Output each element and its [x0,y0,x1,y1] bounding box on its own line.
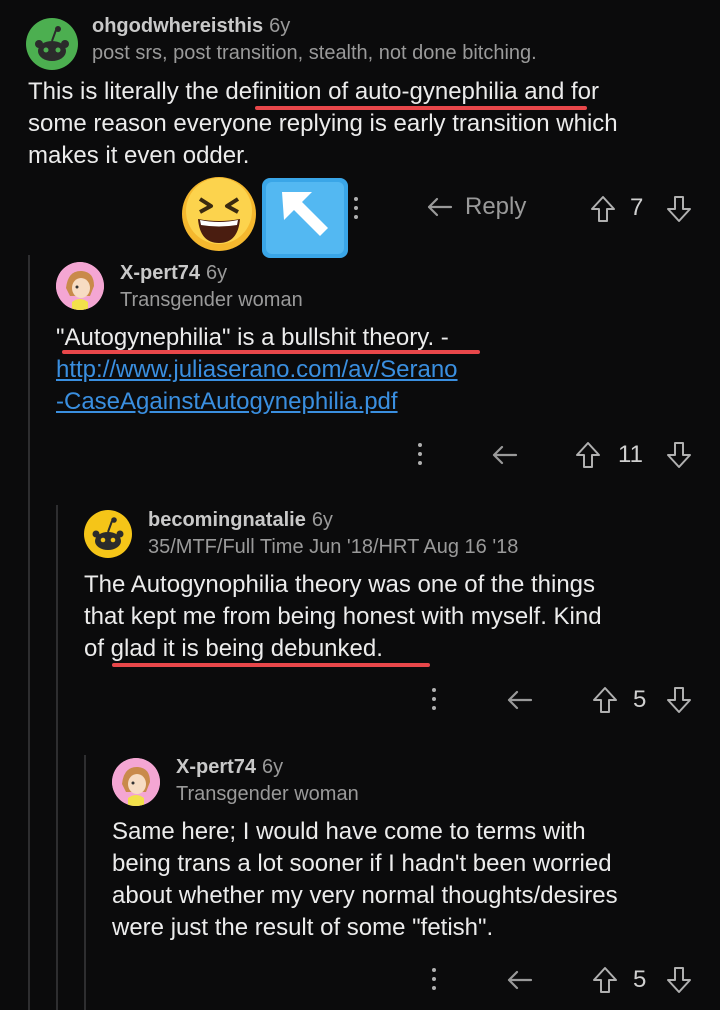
username-text[interactable]: X-pert74 [120,262,200,284]
avatar[interactable] [84,510,132,558]
reply-button[interactable]: Reply [425,193,526,221]
body-line: makes it even odder. [28,142,250,169]
downvote-icon[interactable] [666,686,692,714]
more-options-icon[interactable] [417,443,423,470]
user-flair: Transgender woman [176,783,359,805]
body-line: about whether my very normal thoughts/de… [112,882,618,909]
thread-line-2 [56,505,58,1010]
thread-line-1 [28,255,30,1010]
upvote-icon[interactable] [592,966,618,994]
more-options-icon[interactable] [353,197,359,224]
downvote-icon[interactable] [666,966,692,994]
avatar[interactable] [26,18,78,70]
body-line: This is literally the definition of auto… [28,78,599,105]
up-left-arrow-emoji [262,178,348,258]
more-options-icon[interactable] [431,968,437,995]
reply-arrow-icon[interactable] [490,443,520,467]
avatar[interactable] [56,262,104,310]
avatar[interactable] [112,758,160,806]
comment-age: 6y [269,15,291,37]
red-underline [255,106,587,110]
username-text[interactable]: ohgodwhereisthis [92,15,263,37]
downvote-icon[interactable] [666,195,692,223]
link-line[interactable]: -CaseAgainstAutogynephilia.pdf [56,386,706,418]
comment-body: "Autogynephilia" is a bullshit theory. -… [56,322,706,418]
user-flair: 35/MTF/Full Time Jun '18/HRT Aug 16 '18 [148,536,519,558]
comment-age: 6y [311,509,333,531]
upvote-icon[interactable] [575,441,601,469]
username[interactable]: ohgodwhereisthis 6y [92,15,290,38]
body-line: The Autogynophilia theory was one of the… [84,571,596,598]
reply-arrow-icon [427,197,453,217]
link-line[interactable]: http://www.juliaserano.com/av/Serano [56,354,706,386]
username-text[interactable]: X-pert74 [176,756,256,778]
reply-arrow-icon[interactable] [505,688,535,712]
anime-girl-avatar-icon [112,758,160,806]
reply-arrow-icon[interactable] [505,968,535,992]
username[interactable]: X-pert74 6y [176,756,283,779]
comment-age: 6y [206,262,228,284]
comment-body: The Autogynophilia theory was one of the… [84,569,704,665]
body-line: some reason everyone replying is early t… [28,110,618,137]
upvote-icon[interactable] [592,686,618,714]
body-line: that kept me from being honest with myse… [84,603,602,630]
body-line: of glad it is being debunked. [84,635,383,662]
body-line: Same here; I would have come to terms wi… [112,818,586,845]
more-options-icon[interactable] [431,688,437,715]
vote-count: 7 [630,194,644,221]
username[interactable]: becomingnatalie 6y [148,509,333,532]
username[interactable]: X-pert74 6y [120,262,227,285]
downvote-icon[interactable] [666,441,692,469]
username-text[interactable]: becomingnatalie [148,509,306,531]
reply-label[interactable]: Reply [465,193,526,221]
upvote-icon[interactable] [590,195,616,223]
body-line: were just the result of some "fetish". [112,914,494,941]
reddit-alien-icon [35,26,69,61]
red-underline [112,663,430,667]
thread-line-3 [84,755,86,1010]
vote-count: 5 [633,966,647,993]
user-flair: post srs, post transition, stealth, not … [92,42,537,64]
vote-count: 5 [633,686,647,713]
user-flair: Transgender woman [120,289,303,311]
body-line: being trans a lot sooner if I hadn't bee… [112,850,612,877]
comment-body: Same here; I would have come to terms wi… [112,816,708,944]
external-link[interactable]: http://www.juliaserano.com/av/Serano [56,356,458,383]
laughing-squint-emoji [180,175,258,253]
reddit-alien-icon [92,517,124,550]
comment-age: 6y [262,756,284,778]
external-link[interactable]: -CaseAgainstAutogynephilia.pdf [56,388,398,415]
red-underline [62,350,480,354]
anime-girl-avatar-icon [56,262,104,310]
vote-count: 11 [618,441,643,468]
comment-body: This is literally the definition of auto… [28,76,708,172]
